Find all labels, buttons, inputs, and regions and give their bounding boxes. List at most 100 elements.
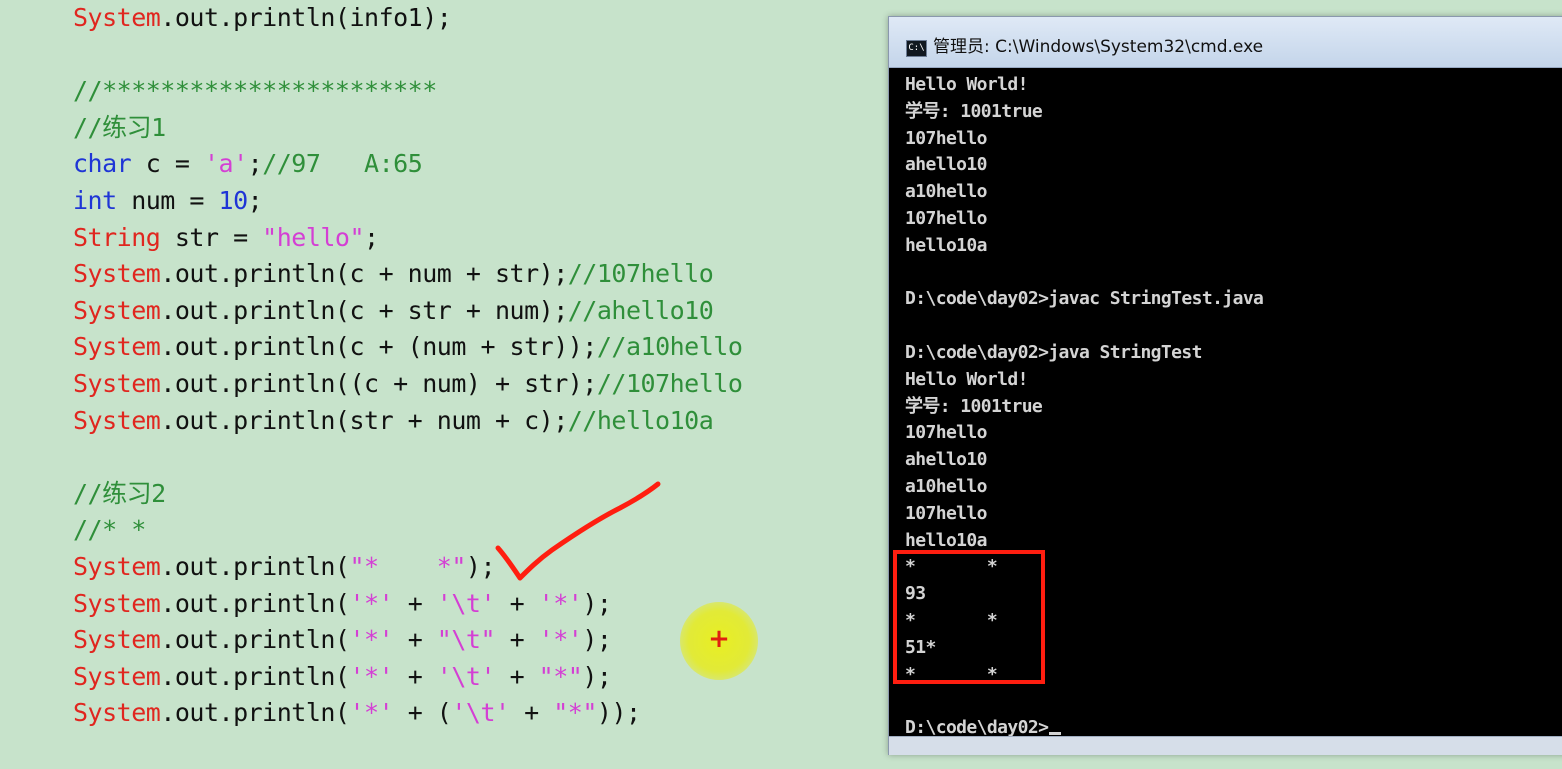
code-token: "*" bbox=[553, 698, 597, 728]
code-token: '*' bbox=[349, 588, 394, 618]
code-token: ); bbox=[582, 661, 612, 691]
code-token: //ahello10 bbox=[567, 295, 714, 325]
code-token: System bbox=[73, 295, 161, 325]
code-token: //* * bbox=[73, 515, 146, 545]
console-line: D:\code\day02>javac StringTest.java bbox=[905, 286, 1264, 312]
console-line-text: Hello World! bbox=[905, 368, 1028, 390]
code-token: + bbox=[393, 588, 437, 618]
code-token: //107hello bbox=[596, 369, 743, 398]
code-token: //107hello bbox=[567, 259, 714, 289]
code-token: .out.println(c + num + str); bbox=[160, 259, 568, 289]
code-token: ; bbox=[364, 222, 379, 252]
console-line: a10hello bbox=[905, 179, 988, 205]
console-line: D:\code\day02>java StringTest bbox=[905, 340, 1202, 366]
code-token: + bbox=[495, 661, 539, 691]
code-token: num = bbox=[116, 186, 219, 215]
code-token: ; bbox=[247, 186, 263, 215]
code-token: ); bbox=[582, 625, 612, 655]
code-token: '*' bbox=[538, 588, 583, 618]
code-token: + bbox=[393, 625, 437, 655]
code-token: char bbox=[73, 149, 132, 179]
code-token: .out.println(str + num + c); bbox=[160, 405, 568, 435]
code-token: + bbox=[495, 625, 539, 655]
cmd-icon: C:\ bbox=[906, 40, 927, 57]
code-token: '\t' bbox=[451, 698, 510, 728]
code-token: .out.println( bbox=[160, 698, 350, 728]
code-line: //*********************** bbox=[73, 73, 437, 109]
code-line: int num = 10; bbox=[73, 183, 263, 219]
code-line: System.out.println(info1); bbox=[73, 0, 452, 36]
code-line: //练习2 bbox=[73, 476, 166, 512]
console-line: ahello10 bbox=[905, 152, 988, 178]
code-token: System bbox=[73, 661, 161, 691]
console-line: 107hello bbox=[905, 501, 988, 527]
code-token: .out.println( bbox=[160, 661, 350, 691]
code-line: System.out.println(str + num + c);//hell… bbox=[73, 403, 714, 439]
code-token: 10 bbox=[218, 186, 249, 215]
code-token: "\t" bbox=[436, 625, 496, 655]
code-line: System.out.println(c + num + str);//107h… bbox=[73, 256, 714, 292]
code-token: System bbox=[73, 332, 161, 362]
code-line: System.out.println('*' + ('\t' + "*")); bbox=[73, 695, 641, 731]
code-token: //练习2 bbox=[73, 478, 166, 508]
code-token: //97 A:65 bbox=[262, 149, 423, 179]
code-token: ); bbox=[582, 588, 612, 618]
highlight-box-annotation bbox=[893, 550, 1045, 684]
console-line: hello10a bbox=[905, 233, 988, 259]
console-line-text: D:\code\day02>java StringTest bbox=[905, 342, 1202, 363]
code-line: //练习1 bbox=[73, 110, 166, 146]
text-cursor bbox=[1049, 732, 1062, 736]
code-line: System.out.println('*' + '\t' + "*"); bbox=[73, 659, 612, 695]
console-titlebar[interactable]: C:\ 管理员: C:\Windows\System32\cmd.exe bbox=[889, 17, 1562, 68]
console-line-text: D:\code\day02>javac StringTest.java bbox=[905, 288, 1264, 310]
crosshair-cursor-icon: + bbox=[708, 624, 730, 654]
code-token: str = bbox=[160, 222, 263, 252]
code-token: //练习1 bbox=[73, 112, 166, 142]
code-token: //a10hello bbox=[596, 332, 743, 362]
console-bottom-scrollbar[interactable] bbox=[889, 736, 1562, 755]
code-token: System bbox=[73, 588, 161, 618]
console-line: a10hello bbox=[905, 474, 988, 500]
code-token: .out.println( bbox=[160, 625, 350, 655]
console-line-text: 107hello bbox=[905, 208, 988, 229]
console-line: 107hello bbox=[905, 126, 988, 152]
code-token: ); bbox=[465, 552, 496, 581]
console-line: 学号: 1001true bbox=[905, 394, 1043, 420]
code-token: '*' bbox=[349, 698, 394, 728]
code-token: '*' bbox=[349, 661, 394, 691]
code-token: .out.println(info1); bbox=[160, 3, 452, 32]
console-line-text: Hello World! bbox=[905, 74, 1028, 95]
code-token: + ( bbox=[393, 698, 452, 728]
code-token: System bbox=[73, 3, 161, 32]
code-token: + bbox=[509, 698, 554, 728]
code-token: //*********************** bbox=[73, 76, 437, 106]
code-line: System.out.println("* *"); bbox=[73, 549, 496, 585]
console-line-text: a10hello bbox=[905, 181, 988, 203]
code-line: //* * bbox=[73, 512, 146, 548]
console-line-text: 107hello bbox=[905, 502, 988, 524]
console-line: 107hello bbox=[905, 206, 988, 232]
code-token: //hello10a bbox=[567, 405, 714, 435]
code-token: System bbox=[73, 552, 161, 581]
code-token: System bbox=[73, 259, 161, 289]
code-token: .out.println( bbox=[160, 552, 350, 581]
console-line: ahello10 bbox=[905, 447, 988, 473]
console-line-text: a10hello bbox=[905, 476, 988, 497]
console-line-text: 107hello bbox=[905, 422, 988, 444]
code-token: System bbox=[73, 698, 161, 728]
console-line: 学号: 1001true bbox=[905, 99, 1043, 125]
console-line-text: 107hello bbox=[905, 127, 988, 149]
code-token: '*' bbox=[538, 625, 583, 655]
code-line: System.out.println(c + str + num);//ahel… bbox=[73, 293, 714, 329]
code-token: '\t' bbox=[436, 661, 496, 691]
console-line: Hello World! bbox=[905, 367, 1028, 393]
console-line-text: ahello10 bbox=[905, 154, 988, 176]
code-token: "* *" bbox=[349, 552, 466, 581]
code-token: '*' bbox=[349, 625, 394, 655]
console-line-text: 学号: 1001true bbox=[905, 100, 1043, 122]
code-token: String bbox=[73, 222, 161, 252]
console-line-text: 学号: 1001true bbox=[905, 395, 1043, 417]
code-token: + bbox=[495, 588, 539, 618]
code-token: + bbox=[393, 661, 437, 691]
code-token: c = bbox=[131, 149, 204, 179]
